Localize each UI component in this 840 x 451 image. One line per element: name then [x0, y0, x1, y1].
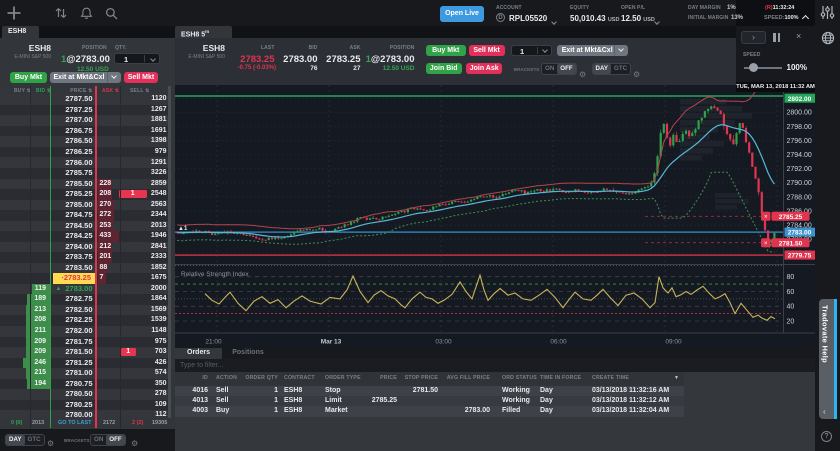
svg-text:20: 20 — [787, 318, 795, 325]
svg-text:09:00: 09:00 — [665, 339, 682, 346]
svg-text:2798.00: 2798.00 — [787, 124, 812, 131]
svg-text:2796.00: 2796.00 — [787, 138, 812, 145]
svg-text:2785.25: 2785.25 — [779, 214, 803, 221]
svg-text:21:00: 21:00 — [205, 339, 222, 346]
svg-text:Mar 13: Mar 13 — [321, 339, 342, 346]
svg-text:2783.00: 2783.00 — [788, 230, 812, 237]
svg-text:80: 80 — [787, 274, 795, 281]
svg-text:2794.00: 2794.00 — [787, 152, 812, 159]
svg-text:▲1: ▲1 — [178, 226, 188, 232]
svg-text:2792.00: 2792.00 — [787, 166, 812, 173]
svg-text:60: 60 — [787, 289, 795, 296]
svg-text:2802.00: 2802.00 — [788, 96, 812, 103]
svg-text:40: 40 — [787, 304, 795, 311]
svg-text:2781.50: 2781.50 — [779, 240, 803, 247]
svg-text:2800.00: 2800.00 — [787, 110, 812, 117]
svg-text:03:00: 03:00 — [435, 339, 452, 346]
svg-text:×: × — [764, 215, 768, 221]
svg-text:Relative Strength Index: Relative Strength Index — [181, 271, 249, 278]
svg-text:2790.00: 2790.00 — [787, 180, 812, 187]
svg-text:06:00: 06:00 — [550, 339, 567, 346]
svg-text:×: × — [764, 241, 768, 247]
svg-text:2788.00: 2788.00 — [787, 194, 812, 201]
svg-text:2779.75: 2779.75 — [788, 253, 812, 260]
